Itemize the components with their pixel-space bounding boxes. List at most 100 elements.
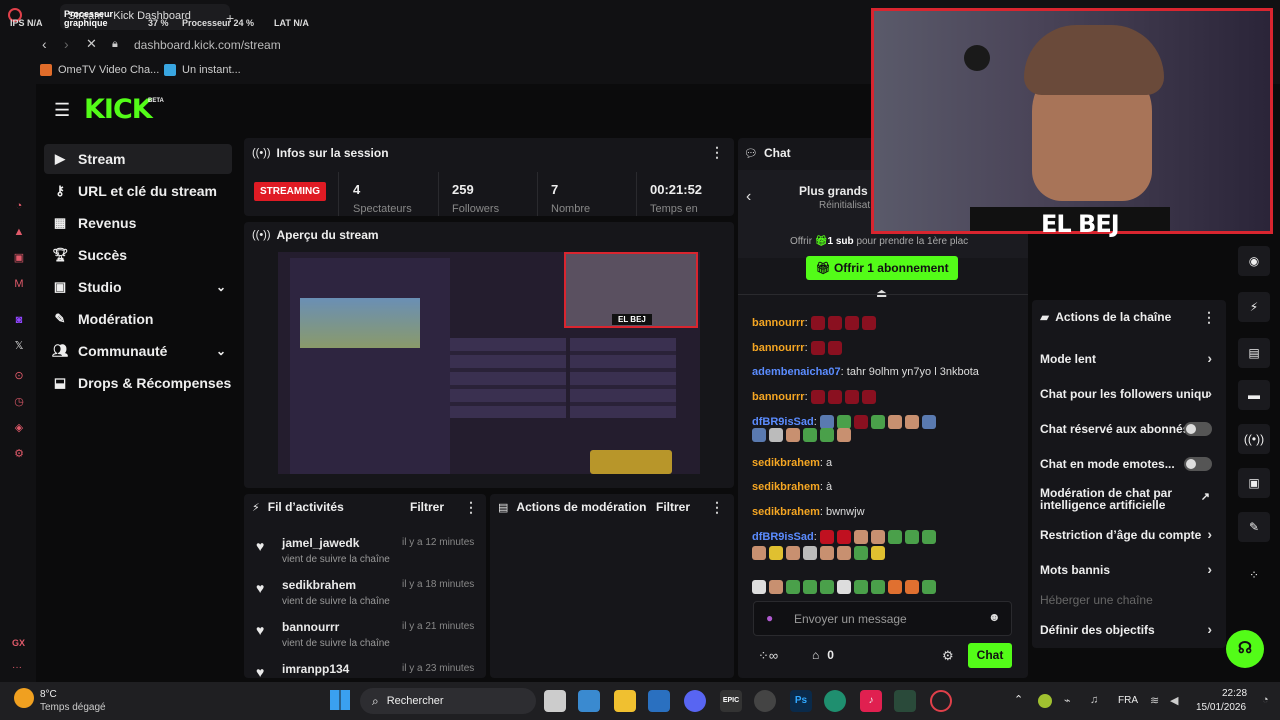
windows-start-icon[interactable] xyxy=(330,690,350,710)
tray-mic-icon[interactable]: ♫ xyxy=(1090,694,1098,706)
twitch-icon[interactable]: ◙ xyxy=(11,312,27,328)
tools-icon[interactable]: ✎ xyxy=(1238,512,1270,542)
bookmark-instant[interactable]: Un instant... xyxy=(164,64,241,76)
emote[interactable] xyxy=(888,579,902,594)
tray-app-icon[interactable] xyxy=(1038,694,1052,708)
dots-icon[interactable]: ⁘ xyxy=(1238,560,1270,590)
points-icon[interactable]: ⁘∞ xyxy=(758,648,778,664)
store-app-icon[interactable] xyxy=(648,690,670,712)
stop-icon[interactable]: ✕ xyxy=(86,36,97,52)
action-age-restriction[interactable]: Restriction d’âge du compte › xyxy=(1040,526,1220,542)
epic-games-icon[interactable]: EPIC xyxy=(720,690,742,712)
emoji-icon[interactable]: ☻ xyxy=(988,610,1001,624)
photoshop-icon[interactable]: Ps xyxy=(790,690,812,712)
menu-icon[interactable]: ☰ xyxy=(54,100,70,121)
sidebar-item-succes[interactable]: 🏆︎ Succès xyxy=(44,240,232,270)
chat-settings-icon[interactable]: ⚙ xyxy=(942,648,954,664)
notification-icon[interactable]: ◔ xyxy=(1262,694,1269,706)
emote[interactable] xyxy=(871,579,885,594)
clock-icon[interactable]: ◷ xyxy=(11,394,27,410)
widgets-icon[interactable] xyxy=(578,690,600,712)
x-icon[interactable]: 𝕏 xyxy=(11,338,27,354)
new-tab-icon[interactable]: + xyxy=(226,10,234,26)
discord-icon[interactable] xyxy=(684,690,706,712)
emote[interactable] xyxy=(786,579,800,594)
action-banned-words[interactable]: Mots bannis › xyxy=(1040,561,1220,577)
chat-icon[interactable]: ▬ xyxy=(1238,380,1270,410)
stream-preview-video[interactable]: EL BEJ xyxy=(278,252,700,488)
store-icon[interactable]: ⌂ xyxy=(812,648,819,662)
layout-icon[interactable]: ▣ xyxy=(1238,468,1270,498)
action-followers-only[interactable]: Chat pour les followers uniqu › xyxy=(1040,387,1220,401)
volume-icon[interactable]: ◀︎ xyxy=(1170,694,1178,707)
chat-input[interactable]: ● Envoyer un message ☻ xyxy=(753,601,1012,636)
emote[interactable] xyxy=(922,579,936,594)
task-view-icon[interactable] xyxy=(544,690,566,712)
support-icon[interactable]: ☊ xyxy=(1226,630,1264,668)
modactions-filter-button[interactable]: Filtrer xyxy=(656,500,690,514)
emote[interactable] xyxy=(820,579,834,594)
weather-icon[interactable] xyxy=(14,688,34,708)
taskbar-search[interactable]: ⌕ Rechercher xyxy=(360,688,536,714)
microphone-icon[interactable]: ● xyxy=(766,611,773,625)
action-emote-mode[interactable]: Chat en mode emotes... xyxy=(1040,457,1220,471)
sidebar-item-revenus[interactable]: ▦ Revenus xyxy=(44,208,232,238)
activity-menu-icon[interactable]: ⋮ xyxy=(464,499,478,516)
sidebar-bag-icon[interactable]: ▲ xyxy=(11,224,27,240)
camera-icon[interactable]: ◉ xyxy=(1238,246,1270,276)
sidebar-item-stream[interactable]: ▶ Stream xyxy=(44,144,232,174)
eject-icon[interactable]: ⏏ xyxy=(876,286,887,300)
emote[interactable] xyxy=(905,579,919,594)
sidebar-speed-icon[interactable]: ◔ xyxy=(11,198,27,214)
kick-logo[interactable]: KICK xyxy=(84,94,153,125)
notes-icon[interactable]: ▤ xyxy=(1238,338,1270,368)
emote-picker-icon[interactable] xyxy=(752,579,766,594)
emote[interactable] xyxy=(854,579,868,594)
gift-sub-button[interactable]: 🎁︎ Offrir 1 abonnement xyxy=(806,256,958,280)
subs-only-toggle[interactable] xyxy=(1184,422,1212,436)
tray-network-off-icon[interactable]: ⌁ xyxy=(1064,694,1071,707)
emote[interactable] xyxy=(769,579,783,594)
settings-icon[interactable]: ⚙ xyxy=(11,446,27,462)
steam-icon[interactable] xyxy=(754,690,776,712)
address-bar[interactable]: dashboard.kick.com/stream xyxy=(134,38,281,60)
tiktok-icon[interactable]: ♪ xyxy=(860,690,882,712)
radio-icon[interactable]: ((•)) xyxy=(1238,424,1270,454)
terminal-icon[interactable] xyxy=(894,690,916,712)
emote-mode-toggle[interactable] xyxy=(1184,457,1212,471)
wifi-icon[interactable]: ≋ xyxy=(1150,694,1159,707)
lightning-icon[interactable]: ⚡︎ xyxy=(1238,292,1270,322)
action-slow-mode[interactable]: Mode lent › xyxy=(1040,350,1220,366)
sidebar-item-moderation[interactable]: ✎ Modération xyxy=(44,304,232,334)
session-menu-icon[interactable]: ⋮ xyxy=(710,144,724,161)
action-subs-only[interactable]: Chat réservé aux abonnés xyxy=(1040,422,1220,436)
modactions-menu-icon[interactable]: ⋮ xyxy=(710,499,724,516)
action-ai-moderation[interactable]: Modération de chat par intelligence arti… xyxy=(1040,487,1220,513)
cube-icon[interactable]: ◈ xyxy=(11,420,27,436)
sidebar-item-studio[interactable]: ▣ Studio ⌄ xyxy=(44,272,232,302)
sidebar-m-icon[interactable]: M xyxy=(11,276,27,292)
emote[interactable] xyxy=(803,579,817,594)
language-indicator[interactable]: FRA xyxy=(1118,695,1138,706)
sidebar-item-communaute[interactable]: 👥︎ Communauté ⌄ xyxy=(44,336,232,366)
chevron-left-icon[interactable]: ‹ xyxy=(746,188,751,206)
chat-send-button[interactable]: Chat xyxy=(968,643,1012,668)
action-set-goals[interactable]: Définir des objectifs › xyxy=(1040,621,1220,637)
more-icon[interactable]: ··· xyxy=(12,662,22,673)
gx-icon[interactable]: GX xyxy=(12,638,25,648)
activity-filter-button[interactable]: Filtrer xyxy=(410,500,444,514)
clock-date[interactable]: 15/01/2026 xyxy=(1196,702,1246,713)
forward-icon[interactable]: › xyxy=(64,36,69,52)
file-explorer-icon[interactable] xyxy=(614,690,636,712)
back-icon[interactable]: ‹ xyxy=(42,36,47,52)
bookmark-ometv[interactable]: OmeTV Video Cha... xyxy=(40,64,159,76)
emote[interactable] xyxy=(837,579,851,594)
clock-time[interactable]: 22:28 xyxy=(1222,688,1247,699)
play-circle-icon[interactable]: ⊙ xyxy=(11,368,27,384)
edge-icon[interactable] xyxy=(824,690,846,712)
sidebar-item-drops[interactable]: ⬓ Drops & Récompenses xyxy=(44,368,232,398)
tray-chevron-icon[interactable]: ⌃ xyxy=(1014,693,1023,706)
channel-actions-menu-icon[interactable]: ⋮ xyxy=(1202,309,1216,326)
sidebar-game-icon[interactable]: ▣ xyxy=(11,250,27,266)
opera-gx-taskbar-icon[interactable] xyxy=(930,690,952,712)
